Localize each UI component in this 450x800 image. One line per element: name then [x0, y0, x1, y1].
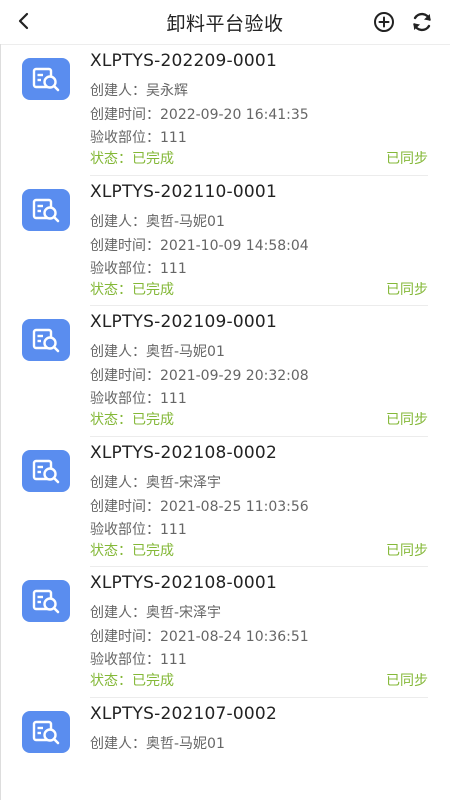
- part-label: 验收部位：: [90, 130, 160, 146]
- created-time-value: 2021-10-09 14:58:04: [160, 237, 309, 254]
- created-time-label: 创建时间：: [90, 498, 160, 515]
- status-value: 已完成: [132, 281, 174, 298]
- plus-circle-icon: [374, 12, 394, 32]
- creator-value: 奥哲-马妮01: [146, 735, 225, 752]
- creator-label: 创建人：: [90, 605, 146, 621]
- sync-status-badge: 已同步: [386, 281, 428, 298]
- created-time-line: 创建时间：2021-09-29 20:32:08: [90, 365, 309, 385]
- status-value: 已完成: [132, 412, 174, 428]
- sync-status-badge: 已同步: [386, 412, 428, 428]
- status-value: 已完成: [132, 151, 174, 167]
- part-value: 111: [160, 391, 187, 407]
- created-time-label: 创建时间：: [90, 368, 160, 384]
- creator-line: 创建人：奥哲-马妮01: [90, 341, 225, 361]
- list-item[interactable]: XLPTYS-202109-0001 创建人：奥哲-马妮01 创建时间：2021…: [0, 306, 450, 437]
- record-list: XLPTYS-202209-0001 创建人：吴永辉 创建时间：2022-09-…: [0, 45, 450, 800]
- part-value: 111: [160, 521, 187, 538]
- part-value: 111: [160, 130, 187, 146]
- creator-line: 创建人：奥哲-宋泽宇: [90, 472, 221, 492]
- document-search-icon: [32, 459, 60, 483]
- created-time-label: 创建时间：: [90, 237, 160, 254]
- refresh-icon: [413, 12, 431, 32]
- record-thumb: [22, 449, 70, 492]
- status-label: 状态：: [90, 673, 132, 689]
- part-line: 验收部位：111: [90, 388, 187, 408]
- record-thumb: [22, 319, 70, 361]
- list-item[interactable]: XLPTYS-202209-0001 创建人：吴永辉 创建时间：2022-09-…: [0, 45, 450, 176]
- status-label: 状态：: [90, 281, 132, 298]
- status-text: 状态：已完成: [90, 540, 174, 560]
- top-nav-bar: 卸料平台验收: [0, 0, 450, 45]
- list-item[interactable]: XLPTYS-202110-0001 创建人：奥哲-马妮01 创建时间：2021…: [0, 176, 450, 306]
- creator-value: 奥哲-宋泽宇: [146, 474, 222, 491]
- part-line: 验收部位：111: [90, 519, 187, 539]
- status-label: 状态：: [90, 151, 132, 167]
- creator-line: 创建人：吴永辉: [90, 80, 188, 100]
- creator-label: 创建人：: [90, 213, 146, 230]
- document-search-icon: [32, 198, 60, 222]
- list-item[interactable]: XLPTYS-202108-0002 创建人：奥哲-宋泽宇 创建时间：2021-…: [0, 437, 450, 567]
- creator-value: 奥哲-马妮01: [146, 344, 225, 360]
- record-code: XLPTYS-202108-0001: [90, 573, 277, 593]
- creator-label: 创建人：: [90, 83, 146, 99]
- sync-button[interactable]: [409, 9, 435, 35]
- part-line: 验收部位：111: [90, 127, 187, 147]
- record-thumb: [22, 188, 70, 231]
- part-label: 验收部位：: [90, 652, 160, 668]
- status-text: 状态：已完成: [90, 279, 174, 299]
- document-search-icon: [32, 720, 60, 744]
- created-time-line: 创建时间：2022-09-20 16:41:35: [90, 104, 309, 124]
- record-code: XLPTYS-202107-0002: [90, 703, 277, 724]
- record-code: XLPTYS-202109-0001: [90, 312, 277, 332]
- creator-line: 创建人：奥哲-马妮01: [90, 733, 225, 753]
- part-value: 111: [160, 260, 187, 277]
- part-label: 验收部位：: [90, 260, 160, 277]
- part-value: 111: [160, 652, 187, 668]
- status-label: 状态：: [90, 412, 132, 428]
- creator-value: 奥哲-宋泽宇: [146, 605, 222, 621]
- status-value: 已完成: [132, 542, 174, 559]
- status-text: 状态：已完成: [90, 148, 174, 168]
- add-button[interactable]: [372, 10, 396, 34]
- part-label: 验收部位：: [90, 391, 160, 407]
- record-code: XLPTYS-202108-0002: [90, 442, 277, 463]
- record-code: XLPTYS-202110-0001: [90, 181, 277, 202]
- record-thumb: [22, 58, 70, 100]
- creator-label: 创建人：: [90, 474, 146, 491]
- sync-status-badge: 已同步: [386, 673, 428, 689]
- record-thumb: [22, 710, 70, 753]
- creator-label: 创建人：: [90, 344, 146, 360]
- created-time-label: 创建时间：: [90, 107, 160, 123]
- created-time-value: 2021-08-25 11:03:56: [160, 498, 309, 515]
- list-item[interactable]: XLPTYS-202108-0001 创建人：奥哲-宋泽宇 创建时间：2021-…: [0, 567, 450, 698]
- document-search-icon: [32, 589, 60, 614]
- created-time-line: 创建时间：2021-08-24 10:36:51: [90, 626, 309, 646]
- status-text: 状态：已完成: [90, 670, 174, 690]
- creator-label: 创建人：: [90, 735, 146, 752]
- creator-value: 奥哲-马妮01: [146, 213, 225, 230]
- document-search-icon: [32, 67, 60, 92]
- part-label: 验收部位：: [90, 521, 160, 538]
- record-code: XLPTYS-202209-0001: [90, 51, 277, 71]
- created-time-value: 2022-09-20 16:41:35: [160, 107, 309, 123]
- part-line: 验收部位：111: [90, 649, 187, 669]
- sync-status-badge: 已同步: [386, 542, 428, 559]
- creator-value: 吴永辉: [146, 83, 188, 99]
- created-time-label: 创建时间：: [90, 629, 160, 645]
- status-value: 已完成: [132, 673, 174, 689]
- list-item[interactable]: XLPTYS-202107-0002 创建人：奥哲-马妮01: [0, 698, 450, 800]
- status-label: 状态：: [90, 542, 132, 559]
- sync-status-badge: 已同步: [386, 151, 428, 167]
- part-line: 验收部位：111: [90, 258, 187, 278]
- created-time-line: 创建时间：2021-08-25 11:03:56: [90, 496, 309, 516]
- creator-line: 创建人：奥哲-马妮01: [90, 211, 225, 231]
- document-search-icon: [32, 328, 60, 353]
- created-time-line: 创建时间：2021-10-09 14:58:04: [90, 235, 309, 255]
- status-text: 状态：已完成: [90, 409, 174, 429]
- creator-line: 创建人：奥哲-宋泽宇: [90, 602, 221, 622]
- created-time-value: 2021-08-24 10:36:51: [160, 629, 309, 645]
- created-time-value: 2021-09-29 20:32:08: [160, 368, 309, 384]
- record-thumb: [22, 580, 70, 622]
